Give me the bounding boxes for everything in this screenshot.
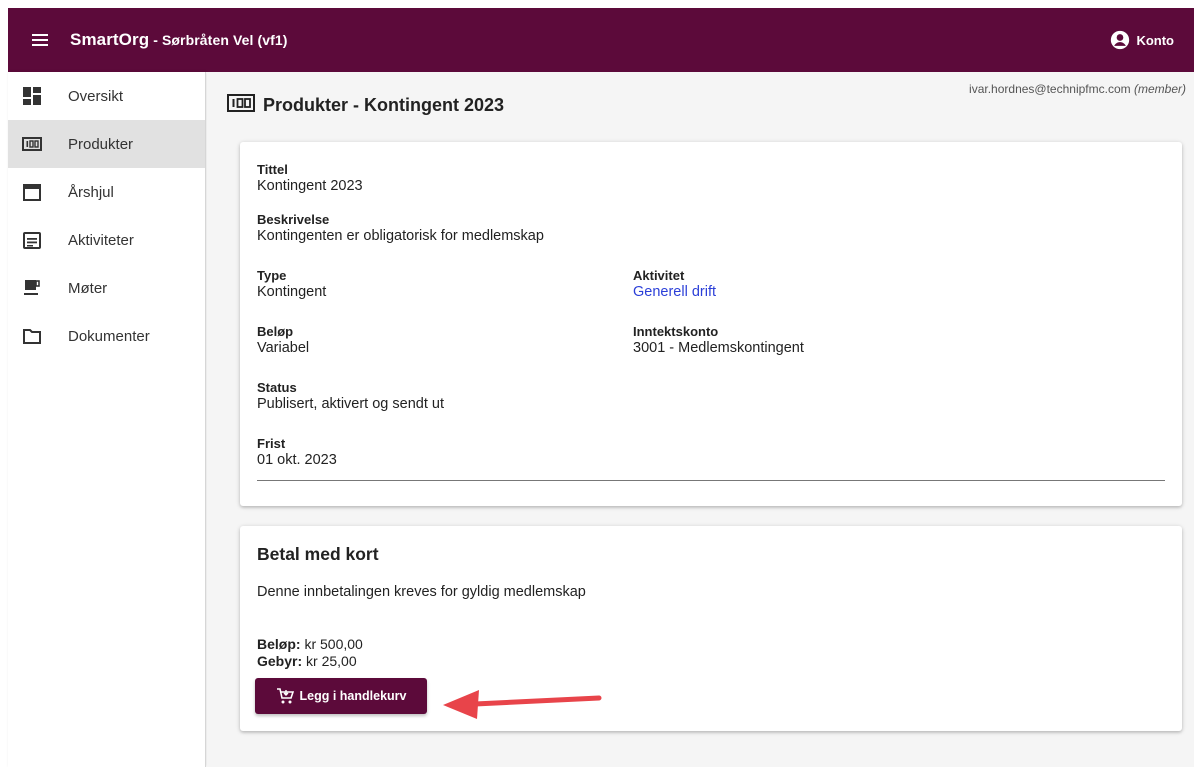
app-title: SmartOrg - Sørbråten Vel (vf1) [70, 30, 288, 50]
folder-icon [22, 326, 42, 346]
field-inntektskonto: Inntektskonto 3001 - Medlemskontingent [633, 324, 804, 358]
field-label: Inntektskonto [633, 324, 719, 339]
sidebar: Oversikt Produkter Årshjul Aktiviteter M… [8, 72, 206, 767]
field-label: Beløp [257, 324, 294, 339]
field-label: Frist [257, 436, 286, 451]
divider [257, 480, 1165, 481]
field-type: Type Kontingent [257, 268, 326, 302]
counter-icon [22, 134, 42, 154]
coffee-icon [22, 278, 42, 298]
payment-title: Betal med kort [257, 544, 379, 564]
hamburger-icon [32, 31, 48, 49]
sidebar-item-moter[interactable]: Møter [8, 264, 205, 312]
cart-icon [276, 688, 294, 704]
page-title: Produkter - Kontingent 2023 [227, 94, 504, 117]
field-value: 3001 - Medlemskontingent [633, 340, 804, 356]
page-title-text: Produkter - Kontingent 2023 [263, 95, 505, 115]
field-beskrivelse: Beskrivelse Kontingenten er obligatorisk… [257, 212, 544, 246]
field-value: Kontingent 2023 [257, 178, 363, 194]
org-name: - Sørbråten Vel (vf1) [149, 32, 288, 48]
user-role: (member) [1133, 82, 1186, 96]
payment-fee: Gebyr: kr 25,00 [257, 653, 357, 669]
amount-label: Beløp: [257, 636, 301, 652]
field-label: Aktivitet [633, 268, 685, 283]
calendar-icon [22, 182, 42, 202]
field-label: Beskrivelse [257, 212, 330, 227]
sidebar-item-arshjul[interactable]: Årshjul [8, 168, 205, 216]
sidebar-item-label: Produkter [68, 135, 134, 153]
account-circle-icon [1111, 30, 1130, 50]
field-frist: Frist 01 okt. 2023 [257, 436, 337, 470]
payment-description: Denne innbetalingen kreves for gyldig me… [257, 584, 586, 600]
sidebar-item-aktiviteter[interactable]: Aktiviteter [8, 216, 205, 264]
dashboard-icon [22, 86, 42, 106]
field-value: 01 okt. 2023 [257, 452, 337, 468]
field-value: Kontingent [257, 284, 327, 300]
app-name: SmartOrg [70, 30, 150, 49]
sidebar-item-label: Aktiviteter [68, 231, 134, 249]
sidebar-item-label: Årshjul [68, 183, 114, 201]
main-content: ivar.hordnes@technipfmc.com (member) Pro… [207, 72, 1194, 767]
account-label: Konto [1136, 32, 1174, 48]
field-label: Tittel [257, 162, 288, 177]
menu-button[interactable] [8, 8, 72, 72]
sidebar-item-produkter[interactable]: Produkter [8, 120, 205, 168]
fee-label: Gebyr: [257, 653, 303, 669]
payment-card: Betal med kort Denne innbetalingen kreve… [240, 526, 1182, 731]
field-aktivitet: Aktivitet Generell drift [633, 268, 716, 302]
field-value: Variabel [257, 340, 310, 356]
sidebar-item-label: Møter [68, 279, 108, 297]
counter-icon [227, 94, 255, 117]
sidebar-item-dokumenter[interactable]: Dokumenter [8, 312, 205, 360]
aktivitet-link[interactable]: Generell drift [633, 283, 716, 302]
field-belop: Beløp Variabel [257, 324, 309, 358]
field-status: Status Publisert, aktivert og sendt ut [257, 380, 444, 414]
user-info: ivar.hordnes@technipfmc.com (member) [969, 82, 1186, 96]
sidebar-item-label: Dokumenter [68, 327, 150, 345]
annotation-arrow [443, 690, 602, 719]
payment-amount: Beløp: kr 500,00 [257, 636, 363, 652]
account-button[interactable]: Konto [1110, 30, 1174, 50]
field-value: Kontingenten er obligatorisk for medlems… [257, 228, 544, 244]
field-label: Type [257, 268, 287, 283]
app-bar: SmartOrg - Sørbråten Vel (vf1) Konto [8, 8, 1194, 72]
activity-list-icon [22, 230, 42, 250]
fee-value: kr 25,00 [306, 653, 357, 669]
add-to-cart-button[interactable]: Legg i handlekurv [255, 678, 427, 714]
field-value: Publisert, aktivert og sendt ut [257, 396, 444, 412]
amount-value: kr 500,00 [304, 636, 363, 652]
user-email: ivar.hordnes@technipfmc.com [969, 82, 1131, 96]
sidebar-item-label: Oversikt [68, 87, 124, 105]
product-details-card: Tittel Kontingent 2023 Beskrivelse Konti… [240, 142, 1182, 506]
field-label: Status [257, 380, 297, 395]
add-to-cart-label: Legg i handlekurv [299, 689, 407, 703]
sidebar-item-oversikt[interactable]: Oversikt [8, 72, 205, 120]
field-tittel: Tittel Kontingent 2023 [257, 162, 363, 196]
